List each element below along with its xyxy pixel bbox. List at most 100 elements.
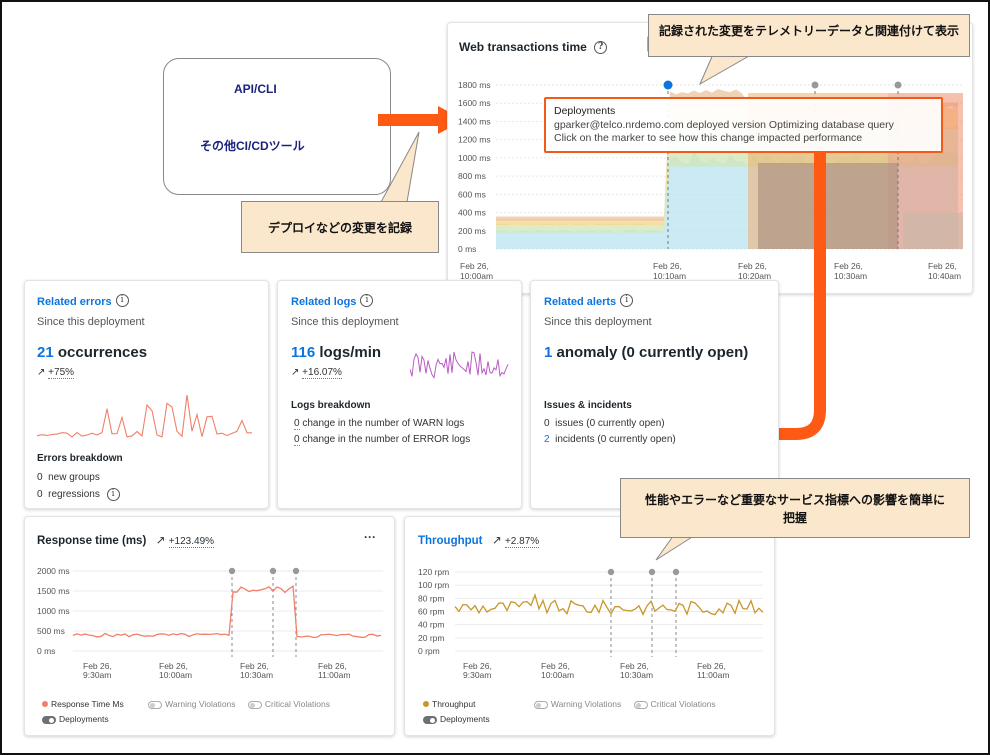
alerts-incidents-count[interactable]: 2	[544, 434, 550, 445]
y-tick-label: 80 rpm	[418, 593, 444, 603]
tooltip-title: Deployments	[554, 105, 616, 117]
area-band	[903, 213, 963, 249]
y-tick-label: 200 ms	[458, 226, 486, 236]
response-time-card: Response time (ms) ↗ +123.49% ··· 2000 m…	[24, 516, 395, 736]
errors-count: 21 occurrences	[37, 344, 256, 361]
y-tick-label: 1500 ms	[37, 586, 70, 596]
alerts-issues-count: 0	[544, 418, 550, 429]
trend-up-icon: ↗	[37, 367, 46, 378]
legend-warning-item[interactable]: Warning Violations	[533, 699, 622, 709]
errors-new-groups-label: new groups	[48, 472, 100, 483]
callout-correlated: 記録された変更をテレメトリーデータと関連付けて表示	[648, 14, 970, 57]
logs-since: Since this deployment	[291, 316, 399, 328]
x-tick-label: 10:30am	[240, 670, 273, 680]
related-errors-card: Related errors i Since this deployment 21…	[24, 280, 269, 509]
y-tick-label: 1200 ms	[458, 135, 491, 145]
info-icon[interactable]: i	[620, 294, 634, 308]
logs-row-warn: 0 change in the number of WARN logs	[294, 418, 470, 430]
x-tick-label: 10:00am	[541, 670, 574, 680]
issues-incidents-title: Issues & incidents	[544, 400, 632, 411]
legend-throughput-label: Throughput	[432, 699, 476, 709]
logs-error-label: change in the number of ERROR logs	[302, 434, 471, 445]
tooltip-deploy-info: gparker@telco.nrdemo.com deployed versio…	[554, 118, 894, 131]
alerts-row-issues: 0 issues (0 currently open)	[544, 418, 676, 429]
x-tick-label: 9:30am	[83, 670, 111, 680]
related-alerts-card: Related alerts i Since this deployment 1 …	[530, 280, 779, 509]
errors-regressions-label: regressions	[48, 489, 100, 501]
toggle-icon[interactable]	[148, 700, 163, 709]
deployment-marker-icon	[269, 567, 277, 575]
errors-count-value[interactable]: 21	[37, 344, 54, 361]
legend-deployments-item[interactable]: Deployments	[423, 714, 773, 724]
y-tick-label: 120 rpm	[418, 567, 449, 577]
info-icon[interactable]: i	[115, 294, 129, 308]
y-tick-label: 0 ms	[458, 244, 476, 254]
toggle-icon[interactable]	[42, 715, 56, 724]
legend-throughput-item[interactable]: Throughput	[423, 699, 475, 709]
y-tick-label: 40 rpm	[418, 620, 444, 630]
legend-warning-label: Warning Violations	[550, 699, 622, 709]
y-tick-label: 1000 ms	[458, 153, 491, 163]
toggle-icon[interactable]	[423, 715, 437, 724]
legend-deployments-label: Deployments	[440, 714, 490, 724]
logs-breakdown-title: Logs breakdown	[291, 400, 371, 411]
response-legend: Response Time Ms Warning Violations Crit…	[42, 699, 392, 724]
callout-record-text: デプロイなどの変更を記録	[267, 221, 412, 235]
callout-impact: 性能やエラーなど重要なサービス指標への影響を簡単に把握	[620, 478, 970, 538]
errors-since: Since this deployment	[37, 316, 145, 328]
legend-deployments-label: Deployments	[59, 714, 109, 724]
errors-regressions-count: 0	[37, 489, 43, 501]
legend-warning-item[interactable]: Warning Violations	[148, 699, 236, 709]
x-tick-label: 9:30am	[463, 670, 491, 680]
related-logs-link[interactable]: Related logs	[291, 296, 356, 308]
logs-row-error: 0 change in the number of ERROR logs	[294, 434, 471, 446]
x-tick-label: Feb 26,	[834, 261, 863, 271]
y-tick-label: 1400 ms	[458, 116, 491, 126]
related-alerts-link[interactable]: Related alerts	[544, 296, 616, 308]
x-tick-label: Feb 26,	[460, 261, 489, 271]
errors-row-new-groups: 0 new groups	[37, 472, 120, 483]
logs-warn-count: 0	[294, 418, 300, 430]
deployment-marker-icon	[228, 567, 236, 575]
alerts-count-value[interactable]: 1	[544, 344, 552, 361]
x-tick-label: 10:30am	[834, 271, 867, 281]
deployment-marker-icon	[607, 568, 615, 576]
logs-sparkline	[410, 351, 509, 380]
errors-delta: ↗ +75%	[37, 367, 256, 379]
legend-critical-item[interactable]: Critical Violations	[247, 699, 330, 709]
logs-warn-label: change in the number of WARN logs	[302, 418, 465, 429]
alerts-rows: 0 issues (0 currently open) 2 incidents …	[544, 413, 676, 445]
y-tick-label: 20 rpm	[418, 633, 444, 643]
x-tick-label: Feb 26,	[928, 261, 957, 271]
deployment-marker-icon	[811, 81, 819, 89]
source-api-cli: API/CLI	[234, 82, 277, 96]
info-icon[interactable]: i	[360, 294, 374, 308]
errors-breakdown-title: Errors breakdown	[37, 453, 123, 464]
legend-critical-item[interactable]: Critical Violations	[633, 699, 716, 709]
y-tick-label: 100 rpm	[418, 580, 449, 590]
y-tick-label: 0 rpm	[418, 646, 440, 656]
throughput-legend: Throughput Warning Violations Critical V…	[423, 699, 773, 724]
toggle-icon[interactable]	[533, 700, 548, 709]
x-tick-label: 11:00am	[318, 670, 350, 680]
x-tick-label: 10:00am	[159, 670, 192, 680]
toggle-icon[interactable]	[633, 700, 648, 709]
legend-response-item[interactable]: Response Time Ms	[42, 699, 124, 709]
toggle-icon[interactable]	[247, 700, 262, 709]
x-tick-label: 11:00am	[697, 670, 729, 680]
legend-critical-label: Critical Violations	[650, 699, 716, 709]
y-tick-label: 60 rpm	[418, 607, 444, 617]
legend-deployments-item[interactable]: Deployments	[42, 714, 392, 724]
related-errors-link[interactable]: Related errors	[37, 296, 112, 308]
logs-count-value[interactable]: 116	[291, 344, 315, 361]
y-tick-label: 2000 ms	[37, 566, 70, 576]
alerts-since: Since this deployment	[544, 316, 652, 328]
alerts-count-unit: anomaly (0 currently open)	[556, 344, 749, 361]
legend-dot-icon	[423, 701, 429, 707]
legend-critical-label: Critical Violations	[264, 699, 330, 709]
info-icon[interactable]: i	[106, 488, 120, 501]
callout-impact-text: 性能やエラーなど重要なサービス指標への影響を簡単に把握	[644, 493, 945, 525]
deployment-marker-icon	[292, 567, 300, 575]
related-logs-card: Related logs i Since this deployment 116 …	[277, 280, 522, 509]
alerts-issues-label: issues (0 currently open)	[555, 418, 665, 429]
